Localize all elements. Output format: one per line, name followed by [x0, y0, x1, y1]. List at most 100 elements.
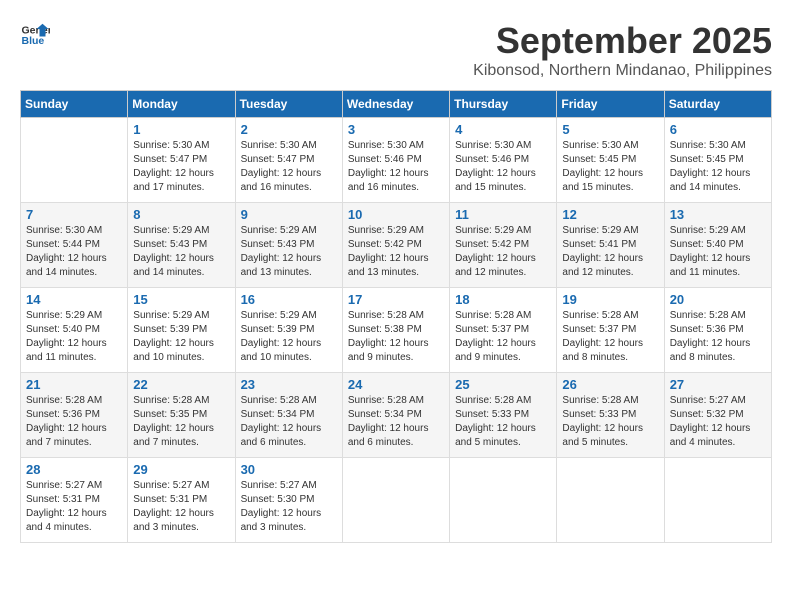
- calendar-cell: 21 Sunrise: 5:28 AMSunset: 5:36 PMDayligh…: [21, 373, 128, 458]
- day-info: Sunrise: 5:30 AMSunset: 5:45 PMDaylight:…: [670, 139, 766, 195]
- day-info: Sunrise: 5:28 AMSunset: 5:34 PMDaylight:…: [241, 394, 337, 450]
- day-number: 10: [348, 207, 444, 222]
- calendar-cell: 3 Sunrise: 5:30 AMSunset: 5:46 PMDaylight…: [342, 118, 449, 203]
- page-header: General Blue September 2025 Kibonsod, No…: [20, 20, 772, 80]
- day-number: 2: [241, 122, 337, 137]
- day-info: Sunrise: 5:29 AMSunset: 5:43 PMDaylight:…: [241, 224, 337, 280]
- calendar-cell: 14Sunrise: 5:29 AMSunset: 5:40 PMDayligh…: [21, 288, 128, 373]
- calendar-cell: 18 Sunrise: 5:28 AMSunset: 5:37 PMDayligh…: [450, 288, 557, 373]
- day-info: Sunrise: 5:28 AMSunset: 5:38 PMDaylight:…: [348, 309, 444, 365]
- calendar-cell: [342, 458, 449, 543]
- day-number: 17: [348, 292, 444, 307]
- calendar-cell: [21, 118, 128, 203]
- day-info: Sunrise: 5:30 AMSunset: 5:47 PMDaylight:…: [241, 139, 337, 195]
- calendar-week-2: 7 Sunrise: 5:30 AMSunset: 5:44 PMDaylight…: [21, 203, 772, 288]
- day-info: Sunrise: 5:28 AMSunset: 5:33 PMDaylight:…: [455, 394, 551, 450]
- weekday-header-friday: Friday: [557, 91, 664, 118]
- day-info: Sunrise: 5:28 AMSunset: 5:34 PMDaylight:…: [348, 394, 444, 450]
- calendar-cell: 29 Sunrise: 5:27 AMSunset: 5:31 PMDayligh…: [128, 458, 235, 543]
- day-number: 3: [348, 122, 444, 137]
- svg-text:Blue: Blue: [22, 35, 45, 47]
- calendar-cell: 5 Sunrise: 5:30 AMSunset: 5:45 PMDaylight…: [557, 118, 664, 203]
- title-section: September 2025 Kibonsod, Northern Mindan…: [473, 20, 772, 80]
- calendar-week-3: 14Sunrise: 5:29 AMSunset: 5:40 PMDayligh…: [21, 288, 772, 373]
- day-info: Sunrise: 5:29 AMSunset: 5:40 PMDaylight:…: [670, 224, 766, 280]
- calendar-cell: 6 Sunrise: 5:30 AMSunset: 5:45 PMDaylight…: [664, 118, 771, 203]
- calendar-table: SundayMondayTuesdayWednesdayThursdayFrid…: [20, 90, 772, 543]
- day-number: 9: [241, 207, 337, 222]
- day-number: 7: [26, 207, 122, 222]
- weekday-header-thursday: Thursday: [450, 91, 557, 118]
- day-number: 8: [133, 207, 229, 222]
- day-info: Sunrise: 5:28 AMSunset: 5:35 PMDaylight:…: [133, 394, 229, 450]
- day-info: Sunrise: 5:30 AMSunset: 5:47 PMDaylight:…: [133, 139, 229, 195]
- calendar-body: 1 Sunrise: 5:30 AMSunset: 5:47 PMDaylight…: [21, 118, 772, 543]
- day-info: Sunrise: 5:27 AMSunset: 5:31 PMDaylight:…: [26, 479, 122, 535]
- day-number: 1: [133, 122, 229, 137]
- day-info: Sunrise: 5:30 AMSunset: 5:46 PMDaylight:…: [455, 139, 551, 195]
- day-number: 19: [562, 292, 658, 307]
- calendar-cell: 1 Sunrise: 5:30 AMSunset: 5:47 PMDaylight…: [128, 118, 235, 203]
- day-info: Sunrise: 5:28 AMSunset: 5:36 PMDaylight:…: [26, 394, 122, 450]
- weekday-header-saturday: Saturday: [664, 91, 771, 118]
- calendar-cell: 20 Sunrise: 5:28 AMSunset: 5:36 PMDayligh…: [664, 288, 771, 373]
- calendar-cell: [664, 458, 771, 543]
- day-number: 21: [26, 377, 122, 392]
- day-info: Sunrise: 5:28 AMSunset: 5:36 PMDaylight:…: [670, 309, 766, 365]
- day-number: 25: [455, 377, 551, 392]
- calendar-cell: 11Sunrise: 5:29 AMSunset: 5:42 PMDayligh…: [450, 203, 557, 288]
- calendar-cell: 2 Sunrise: 5:30 AMSunset: 5:47 PMDaylight…: [235, 118, 342, 203]
- calendar-cell: 19 Sunrise: 5:28 AMSunset: 5:37 PMDayligh…: [557, 288, 664, 373]
- calendar-cell: [450, 458, 557, 543]
- calendar-cell: 22 Sunrise: 5:28 AMSunset: 5:35 PMDayligh…: [128, 373, 235, 458]
- month-title: September 2025: [473, 20, 772, 62]
- day-number: 27: [670, 377, 766, 392]
- day-number: 16: [241, 292, 337, 307]
- day-number: 18: [455, 292, 551, 307]
- weekday-header-wednesday: Wednesday: [342, 91, 449, 118]
- day-number: 15: [133, 292, 229, 307]
- calendar-header-row: SundayMondayTuesdayWednesdayThursdayFrid…: [21, 91, 772, 118]
- weekday-header-monday: Monday: [128, 91, 235, 118]
- calendar-cell: 15Sunrise: 5:29 AMSunset: 5:39 PMDayligh…: [128, 288, 235, 373]
- calendar-cell: [557, 458, 664, 543]
- day-number: 22: [133, 377, 229, 392]
- day-info: Sunrise: 5:27 AMSunset: 5:31 PMDaylight:…: [133, 479, 229, 535]
- day-number: 13: [670, 207, 766, 222]
- day-info: Sunrise: 5:30 AMSunset: 5:44 PMDaylight:…: [26, 224, 122, 280]
- day-info: Sunrise: 5:27 AMSunset: 5:32 PMDaylight:…: [670, 394, 766, 450]
- calendar-cell: 4 Sunrise: 5:30 AMSunset: 5:46 PMDaylight…: [450, 118, 557, 203]
- day-number: 29: [133, 462, 229, 477]
- calendar-cell: 12Sunrise: 5:29 AMSunset: 5:41 PMDayligh…: [557, 203, 664, 288]
- calendar-cell: 28 Sunrise: 5:27 AMSunset: 5:31 PMDayligh…: [21, 458, 128, 543]
- day-info: Sunrise: 5:29 AMSunset: 5:39 PMDaylight:…: [241, 309, 337, 365]
- day-info: Sunrise: 5:30 AMSunset: 5:46 PMDaylight:…: [348, 139, 444, 195]
- day-info: Sunrise: 5:28 AMSunset: 5:37 PMDaylight:…: [562, 309, 658, 365]
- day-number: 11: [455, 207, 551, 222]
- day-number: 6: [670, 122, 766, 137]
- calendar-cell: 10 Sunrise: 5:29 AMSunset: 5:42 PMDayligh…: [342, 203, 449, 288]
- day-info: Sunrise: 5:29 AMSunset: 5:43 PMDaylight:…: [133, 224, 229, 280]
- calendar-cell: 30Sunrise: 5:27 AMSunset: 5:30 PMDayligh…: [235, 458, 342, 543]
- calendar-cell: 13 Sunrise: 5:29 AMSunset: 5:40 PMDayligh…: [664, 203, 771, 288]
- calendar-week-1: 1 Sunrise: 5:30 AMSunset: 5:47 PMDaylight…: [21, 118, 772, 203]
- calendar-cell: 9 Sunrise: 5:29 AMSunset: 5:43 PMDaylight…: [235, 203, 342, 288]
- calendar-cell: 23Sunrise: 5:28 AMSunset: 5:34 PMDayligh…: [235, 373, 342, 458]
- day-number: 24: [348, 377, 444, 392]
- day-info: Sunrise: 5:28 AMSunset: 5:33 PMDaylight:…: [562, 394, 658, 450]
- calendar-cell: 16 Sunrise: 5:29 AMSunset: 5:39 PMDayligh…: [235, 288, 342, 373]
- logo: General Blue: [20, 20, 50, 50]
- day-number: 20: [670, 292, 766, 307]
- day-number: 14: [26, 292, 122, 307]
- day-number: 28: [26, 462, 122, 477]
- day-number: 5: [562, 122, 658, 137]
- calendar-cell: 17 Sunrise: 5:28 AMSunset: 5:38 PMDayligh…: [342, 288, 449, 373]
- day-info: Sunrise: 5:30 AMSunset: 5:45 PMDaylight:…: [562, 139, 658, 195]
- day-info: Sunrise: 5:29 AMSunset: 5:42 PMDaylight:…: [348, 224, 444, 280]
- day-number: 26: [562, 377, 658, 392]
- logo-icon: General Blue: [20, 20, 50, 50]
- day-info: Sunrise: 5:28 AMSunset: 5:37 PMDaylight:…: [455, 309, 551, 365]
- day-number: 4: [455, 122, 551, 137]
- calendar-cell: 26 Sunrise: 5:28 AMSunset: 5:33 PMDayligh…: [557, 373, 664, 458]
- weekday-header-sunday: Sunday: [21, 91, 128, 118]
